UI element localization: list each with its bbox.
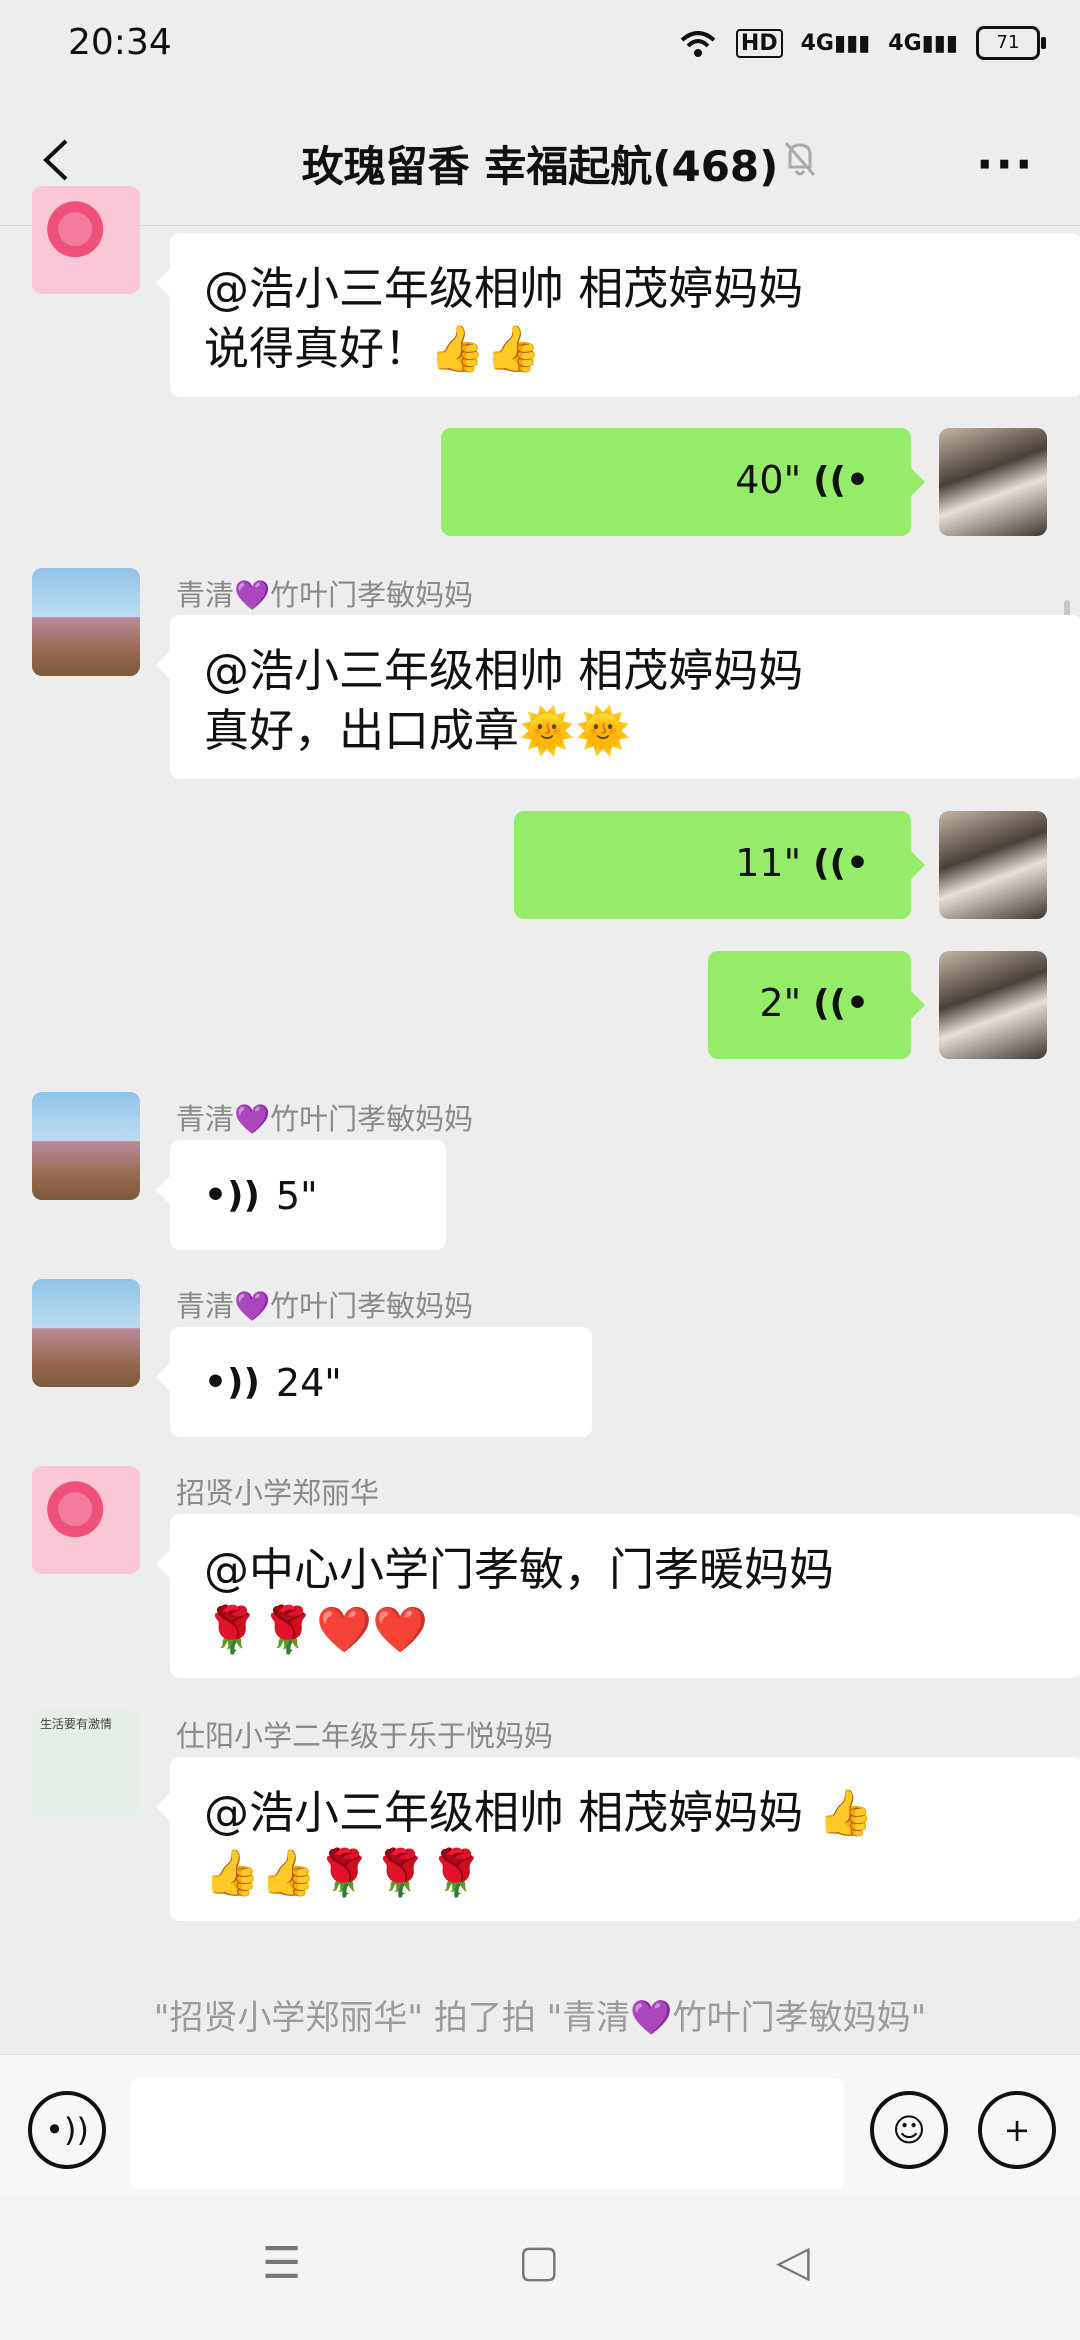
voice-info: •)) 5" (204, 1166, 412, 1226)
voice-input-button[interactable]: •)) (28, 2091, 106, 2169)
wifi-icon (680, 31, 716, 57)
voice-message-bubble[interactable]: 40" ((• (441, 428, 925, 536)
network-label-1: 4G (800, 30, 834, 56)
system-nav-bar: ☰ ▢ ◁ (0, 2194, 1080, 2340)
voice-duration: 24" (275, 1361, 342, 1405)
message-bubble[interactable]: @浩小三年级相帅 相茂婷妈妈 说得真好！👍👍 (156, 233, 1080, 397)
voice-wave-icon: ((• (813, 982, 869, 1024)
sender-name: 招贤小学郑丽华 (176, 1476, 380, 1510)
message-input[interactable] (130, 2079, 844, 2189)
voice-wave-icon: ((• (813, 459, 869, 501)
voice-message-bubble[interactable]: •)) 5" (156, 1140, 446, 1250)
chat-header: 玫瑰留香 幸福起航(468) ··· (0, 95, 1080, 226)
voice-message-bubble[interactable]: 11" ((• (514, 811, 925, 919)
voice-wave-icon: •)) (204, 1175, 260, 1216)
home-icon[interactable]: ▢ (518, 2236, 560, 2287)
avatar-self[interactable] (939, 428, 1047, 536)
message-text: 说得真好！👍👍 (204, 322, 542, 375)
more-functions-button[interactable]: + (978, 2091, 1056, 2169)
voice-info: 40" ((• (735, 458, 869, 502)
more-menu-button[interactable]: ··· (976, 137, 1034, 191)
menu-icon[interactable]: ☰ (262, 2238, 301, 2289)
signal-icon: 4G▮▮▮ (800, 30, 871, 56)
voice-icon: •)) (45, 2111, 89, 2149)
sender-name: 青清💜竹叶门孝敏妈妈 (176, 1102, 474, 1136)
battery-icon: 71 (976, 26, 1046, 60)
status-time: 20:34 (68, 22, 172, 63)
signal-icon-2: 4G▮▮▮ (888, 30, 958, 56)
network-label-2: 4G (888, 30, 922, 56)
avatar[interactable] (32, 1092, 140, 1200)
emoji-icon: ☺ (892, 2111, 926, 2149)
sender-name: 仕阳小学二年级于乐于悦妈妈 (176, 1719, 554, 1753)
voice-wave-icon: •)) (204, 1362, 260, 1403)
avatar-self[interactable] (939, 951, 1047, 1059)
chat-title: 玫瑰留香 幸福起航(468) (301, 142, 779, 191)
message-bubble[interactable]: @浩小三年级相帅 相茂婷妈妈 👍 👍👍🌹🌹🌹 (156, 1757, 1080, 1921)
message-text: @浩小三年级相帅 相茂婷妈妈 👍 (204, 1786, 874, 1839)
avatar-caption: 生活要有激情 (40, 1717, 113, 1731)
input-bar: •)) ☺ + (0, 2054, 1080, 2195)
voice-info: 2" ((• (759, 981, 869, 1025)
hd-icon: HD (735, 28, 783, 58)
status-icons: HD 4G▮▮▮ 4G▮▮▮ 71 (678, 26, 1046, 60)
mute-bell-icon (784, 142, 816, 176)
message-bubble[interactable]: @中心小学门孝敏，门孝暖妈妈 🌹🌹❤️❤️ (156, 1514, 1080, 1678)
avatar[interactable] (32, 186, 140, 294)
avatar-self[interactable] (939, 811, 1047, 919)
voice-duration: 2" (759, 981, 802, 1025)
emoji-button[interactable]: ☺ (870, 2091, 948, 2169)
avatar[interactable]: 生活要有激情 (32, 1709, 140, 1817)
sender-name: 青清💜竹叶门孝敏妈妈 (176, 578, 474, 612)
back-icon[interactable]: ◁ (776, 2236, 810, 2287)
voice-message-bubble[interactable]: •)) 24" (156, 1327, 592, 1437)
avatar[interactable] (32, 568, 140, 676)
message-text: 👍👍🌹🌹🌹 (204, 1846, 485, 1899)
system-note: "招贤小学郑丽华" 拍了拍 "青清💜竹叶门孝敏妈妈" (153, 1998, 927, 2038)
message-bubble[interactable]: @浩小三年级相帅 相茂婷妈妈 真好，出口成章🌞🌞 (156, 615, 1080, 779)
voice-info: 11" ((• (735, 841, 869, 885)
sender-name: 青清💜竹叶门孝敏妈妈 (176, 1289, 474, 1323)
avatar[interactable] (32, 1279, 140, 1387)
voice-duration: 11" (735, 841, 802, 885)
avatar[interactable] (32, 1466, 140, 1574)
voice-wave-icon: ((• (813, 842, 869, 884)
message-text: @浩小三年级相帅 相茂婷妈妈 (204, 644, 804, 697)
plus-icon: + (1003, 2111, 1031, 2149)
voice-message-bubble[interactable]: 2" ((• (708, 951, 925, 1059)
voice-duration: 5" (275, 1174, 318, 1218)
voice-info: •)) 24" (204, 1353, 558, 1413)
message-text: @中心小学门孝敏，门孝暖妈妈 (204, 1543, 835, 1596)
message-text: 🌹🌹❤️❤️ (204, 1603, 429, 1656)
message-text: 真好，出口成章🌞🌞 (204, 704, 632, 757)
voice-duration: 40" (735, 458, 802, 502)
status-bar: 20:34 HD 4G▮▮▮ 4G▮▮▮ 71 (0, 0, 1080, 95)
message-text: @浩小三年级相帅 相茂婷妈妈 (204, 262, 804, 315)
